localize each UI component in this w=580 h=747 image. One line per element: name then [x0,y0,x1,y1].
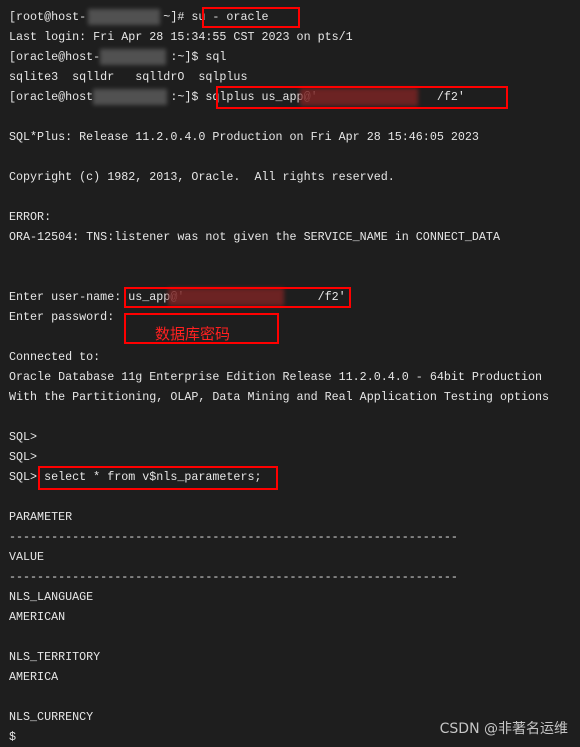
terminal-line: Enter password: [9,310,115,324]
terminal-line: Oracle Database 11g Enterprise Edition R… [9,370,543,384]
terminal-line: With the Partitioning, OLAP, Data Mining… [9,390,550,404]
terminal-line: Last login: Fri Apr 28 15:34:55 CST 2023… [9,30,353,44]
highlight-select-query [38,466,278,490]
terminal-line: AMERICAN [9,610,66,624]
terminal-line: NLS_LANGUAGE [9,590,94,604]
terminal-line: [oracle@host- :~]$ sql [9,50,227,64]
redacted-hostname [93,89,167,105]
terminal-line: ORA-12504: TNS:listener was not given th… [9,230,500,244]
terminal-line: Connected to: [9,350,101,364]
redacted-hostname [88,9,160,25]
highlight-su-command [202,7,300,28]
terminal-line: sqlite3 sqlldr sqlldrO sqlplus [9,70,248,84]
terminal-line: NLS_TERRITORY [9,650,101,664]
terminal-line: SQL*Plus: Release 11.2.0.4.0 Production … [9,130,479,144]
terminal-line: ERROR: [9,210,52,224]
terminal-line: SQL> [9,450,38,464]
highlight-username [124,287,351,308]
redacted-hostname [100,49,166,65]
terminal-line: AMERICA [9,670,59,684]
watermark: CSDN @非著名运维 [439,721,568,737]
terminal-line: SQL> [9,430,38,444]
terminal-line: ----------------------------------------… [9,530,458,544]
highlight-sqlplus-command [216,86,508,109]
terminal-line: Copyright (c) 1982, 2013, Oracle. All ri… [9,170,395,184]
terminal-line: ----------------------------------------… [9,570,458,584]
terminal-line: PARAMETER [9,510,73,524]
password-note: 数据库密码 [155,325,231,343]
terminal-line: VALUE [9,550,45,564]
terminal-output[interactable]: [root@host- ~]# su - oracle Last login: F… [9,7,549,747]
